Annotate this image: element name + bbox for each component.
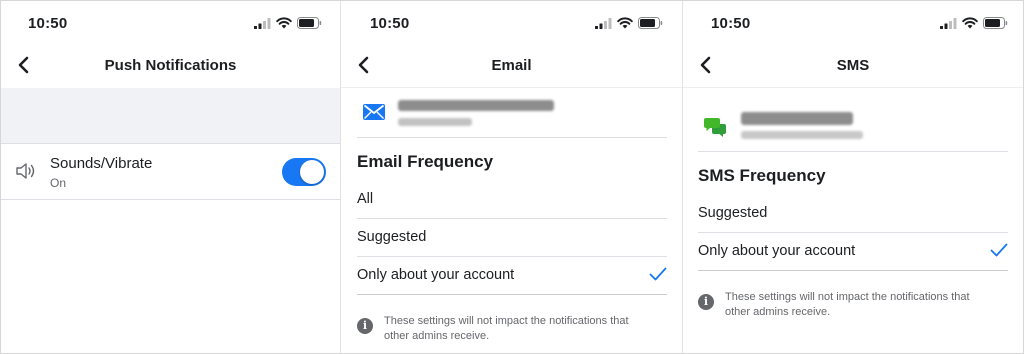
option-divider	[357, 294, 667, 295]
cellular-signal-icon	[595, 17, 612, 29]
redacted-phone-number	[741, 112, 853, 125]
row-divider-bottom	[1, 199, 340, 200]
sms-account-row	[683, 101, 1023, 151]
status-time: 10:50	[711, 15, 751, 32]
note-line-2: other admins receive.	[384, 330, 490, 342]
wifi-icon	[962, 17, 978, 29]
speaker-icon	[16, 163, 35, 179]
nav-bar: SMS	[683, 45, 1023, 87]
status-icons	[595, 16, 663, 30]
note-line-2: other admins receive.	[725, 306, 831, 318]
nav-divider	[683, 87, 1023, 88]
nav-divider	[341, 87, 682, 88]
option-only-about-your-account[interactable]: Only about your account	[357, 256, 667, 294]
wifi-icon	[276, 17, 292, 29]
option-label: Only about your account	[357, 267, 515, 283]
sounds-vibrate-toggle[interactable]	[282, 158, 326, 186]
account-divider	[357, 137, 667, 138]
nav-bar: Push Notifications	[1, 45, 340, 87]
status-time: 10:50	[28, 15, 68, 32]
sms-screen: 10:50 SMS SMS Frequency Suggested Only a…	[683, 1, 1023, 353]
push-notifications-screen: 10:50 Push Notifications Sounds/Vibrate …	[1, 1, 340, 353]
checkmark-icon	[990, 243, 1008, 257]
redacted-email-address	[398, 100, 554, 111]
checkmark-icon	[649, 267, 667, 281]
section-spacer	[1, 88, 340, 144]
redacted-phone-sublabel	[741, 131, 863, 139]
mail-icon	[363, 104, 385, 120]
option-suggested[interactable]: Suggested	[357, 218, 667, 256]
status-icons	[940, 16, 1008, 30]
status-bar: 10:50	[1, 1, 340, 45]
info-icon: i	[698, 294, 714, 310]
row-divider-top	[1, 143, 340, 144]
sms-frequency-heading: SMS Frequency	[698, 166, 826, 185]
sounds-vibrate-row[interactable]: Sounds/Vibrate On	[1, 144, 340, 199]
sounds-vibrate-status: On	[50, 176, 67, 190]
info-icon: i	[357, 318, 373, 334]
redacted-email-sublabel	[398, 118, 472, 126]
settings-note: These settings will not impact the notif…	[725, 290, 970, 320]
page-title: SMS	[836, 57, 870, 74]
note-line-1: These settings will not impact the notif…	[384, 315, 629, 327]
option-label: All	[357, 191, 374, 207]
battery-icon	[297, 17, 322, 29]
cellular-signal-icon	[254, 17, 271, 29]
chat-bubbles-icon	[704, 118, 726, 137]
battery-icon	[638, 17, 663, 29]
battery-icon	[983, 17, 1008, 29]
page-title: Email	[491, 57, 532, 74]
account-divider	[698, 151, 1008, 152]
option-only-about-your-account[interactable]: Only about your account	[698, 232, 1008, 270]
sounds-vibrate-label: Sounds/Vibrate	[50, 155, 153, 172]
status-icons	[254, 16, 322, 30]
note-line-1: These settings will not impact the notif…	[725, 291, 970, 303]
wifi-icon	[617, 17, 633, 29]
option-label: Only about your account	[698, 243, 856, 259]
nav-bar: Email	[341, 45, 682, 87]
option-divider	[698, 270, 1008, 271]
cellular-signal-icon	[940, 17, 957, 29]
status-time: 10:50	[370, 15, 410, 32]
option-suggested[interactable]: Suggested	[698, 194, 1008, 232]
status-bar: 10:50	[683, 1, 1023, 45]
email-frequency-heading: Email Frequency	[357, 152, 494, 171]
status-bar: 10:50	[341, 1, 682, 45]
page-title: Push Notifications	[104, 57, 237, 74]
option-label: Suggested	[357, 229, 427, 245]
email-screen: 10:50 Email Email Frequency All Suggeste…	[341, 1, 682, 353]
option-label: Suggested	[698, 205, 768, 221]
toggle-knob	[300, 160, 324, 184]
option-all[interactable]: All	[357, 180, 667, 218]
email-account-row	[341, 91, 682, 137]
settings-note: These settings will not impact the notif…	[384, 314, 629, 344]
